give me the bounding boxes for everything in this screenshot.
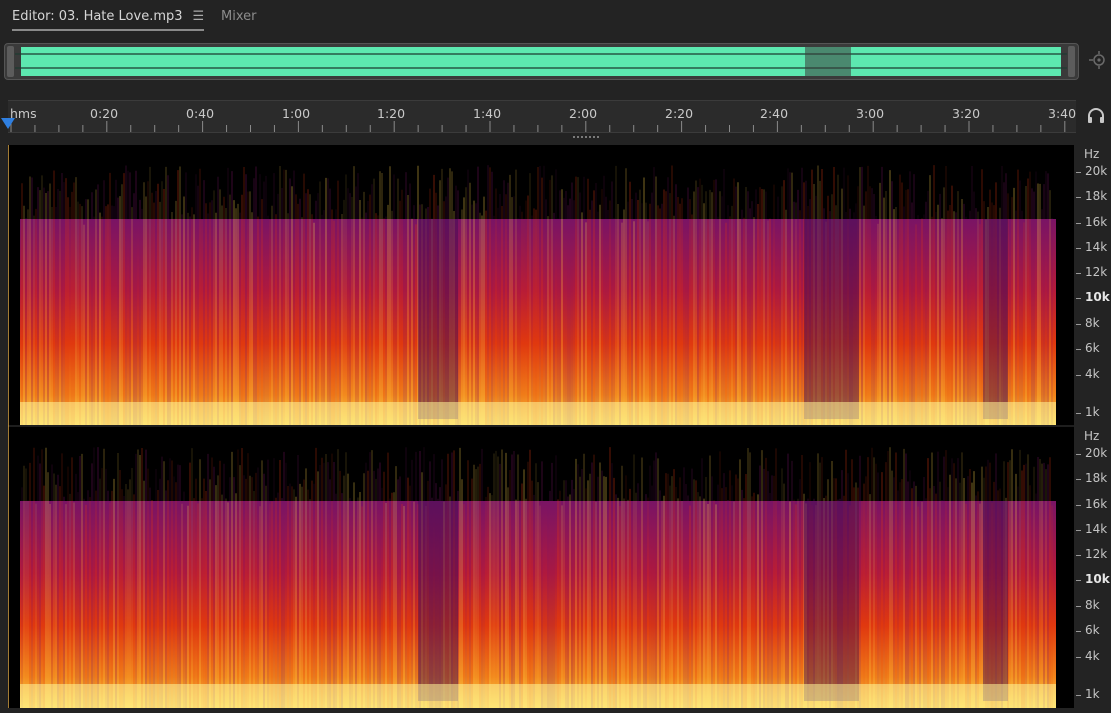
freq-label-20k: 20k xyxy=(1085,164,1108,178)
ruler-label-2-20: 2:20 xyxy=(665,106,694,121)
overview-waveform-band xyxy=(21,47,1061,76)
freq-label-12k: 12k xyxy=(1085,265,1108,279)
time-ruler[interactable]: hms 0:20 0:40 1:00 1:20 1:40 2:00 2:20 2… xyxy=(8,100,1076,133)
spectral-quiet-region xyxy=(983,501,1008,701)
ruler-label-0-40: 0:40 xyxy=(186,106,215,121)
ruler-label-0-20: 0:20 xyxy=(90,106,119,121)
playhead-marker-icon[interactable] xyxy=(0,116,16,130)
freq-label-6k: 6k xyxy=(1085,341,1100,355)
spectral-display-channel-left[interactable] xyxy=(8,145,1074,426)
freq-label-14k: 14k xyxy=(1085,240,1108,254)
freq-label-6k: 6k xyxy=(1085,623,1100,637)
ruler-label-3-20: 3:20 xyxy=(952,106,981,121)
freq-label-1k: 1k xyxy=(1085,687,1100,701)
panel-resize-handle[interactable] xyxy=(572,135,602,141)
freq-label-20k: 20k xyxy=(1085,446,1108,460)
spectral-low-frequency-band xyxy=(20,402,1056,426)
overview-range-handle[interactable] xyxy=(1068,46,1075,77)
ruler-label-1-00: 1:00 xyxy=(282,106,311,121)
spectral-quiet-region xyxy=(983,219,1008,419)
overview-range-handle[interactable] xyxy=(7,46,14,77)
spectral-silence-edge xyxy=(1056,427,1074,708)
ruler-label-3-40: 3:40 xyxy=(1048,106,1077,121)
spectral-display-channel-right[interactable] xyxy=(8,427,1074,708)
spectral-silence-edge xyxy=(1056,145,1074,426)
spectrogram-left xyxy=(8,145,1074,426)
frequency-scale-right: Hz 20k 18k 16k 14k 12k 10k 8k 6k 4k 1k xyxy=(1076,427,1111,708)
overview-navigator[interactable] xyxy=(4,43,1079,80)
freq-label-10k: 10k xyxy=(1085,572,1110,586)
ruler-label-3-00: 3:00 xyxy=(856,106,885,121)
spectral-silence-edge xyxy=(8,145,20,426)
freq-label-8k: 8k xyxy=(1085,598,1100,612)
overview-waveform xyxy=(7,46,1075,77)
spectral-quiet-region xyxy=(804,501,859,701)
freq-label-8k: 8k xyxy=(1085,316,1100,330)
freq-unit-label: Hz xyxy=(1084,429,1100,443)
tab-mixer[interactable]: Mixer xyxy=(221,9,256,24)
freq-label-12k: 12k xyxy=(1085,547,1108,561)
time-ruler-ticks xyxy=(10,121,1066,132)
spectrogram-right xyxy=(8,427,1074,708)
tab-editor-label: Editor: 03. Hate Love.mp3 xyxy=(12,9,183,24)
tab-editor[interactable]: Editor: 03. Hate Love.mp3 ☰ xyxy=(12,9,205,31)
spectral-quiet-region xyxy=(418,501,458,701)
panel-tab-bar: Editor: 03. Hate Love.mp3 ☰ Mixer xyxy=(0,0,1111,36)
ruler-label-1-40: 1:40 xyxy=(473,106,502,121)
zoom-navigate-icon[interactable] xyxy=(1088,50,1108,70)
spectral-quiet-region xyxy=(418,219,458,419)
freq-label-1k: 1k xyxy=(1085,405,1100,419)
freq-label-10k: 10k xyxy=(1085,290,1110,304)
overview-quiet-section xyxy=(805,47,851,76)
freq-label-4k: 4k xyxy=(1085,367,1100,381)
spectral-low-frequency-band xyxy=(20,684,1056,708)
freq-label-14k: 14k xyxy=(1085,522,1108,536)
spectral-quiet-region xyxy=(804,219,859,419)
spectral-silence-edge xyxy=(8,427,20,708)
freq-label-18k: 18k xyxy=(1085,471,1108,485)
ruler-label-1-20: 1:20 xyxy=(377,106,406,121)
playhead-line xyxy=(8,145,9,708)
ruler-label-2-40: 2:40 xyxy=(760,106,789,121)
freq-label-16k: 16k xyxy=(1085,497,1108,511)
headphones-icon[interactable] xyxy=(1086,106,1106,126)
hamburger-menu-icon[interactable]: ☰ xyxy=(193,9,205,24)
freq-label-16k: 16k xyxy=(1085,215,1108,229)
ruler-label-2-00: 2:00 xyxy=(569,106,598,121)
freq-label-18k: 18k xyxy=(1085,189,1108,203)
freq-label-4k: 4k xyxy=(1085,649,1100,663)
frequency-scale-left: Hz 20k 18k 16k 14k 12k 10k 8k 6k 4k 1k xyxy=(1076,145,1111,426)
freq-unit-label: Hz xyxy=(1084,147,1100,161)
